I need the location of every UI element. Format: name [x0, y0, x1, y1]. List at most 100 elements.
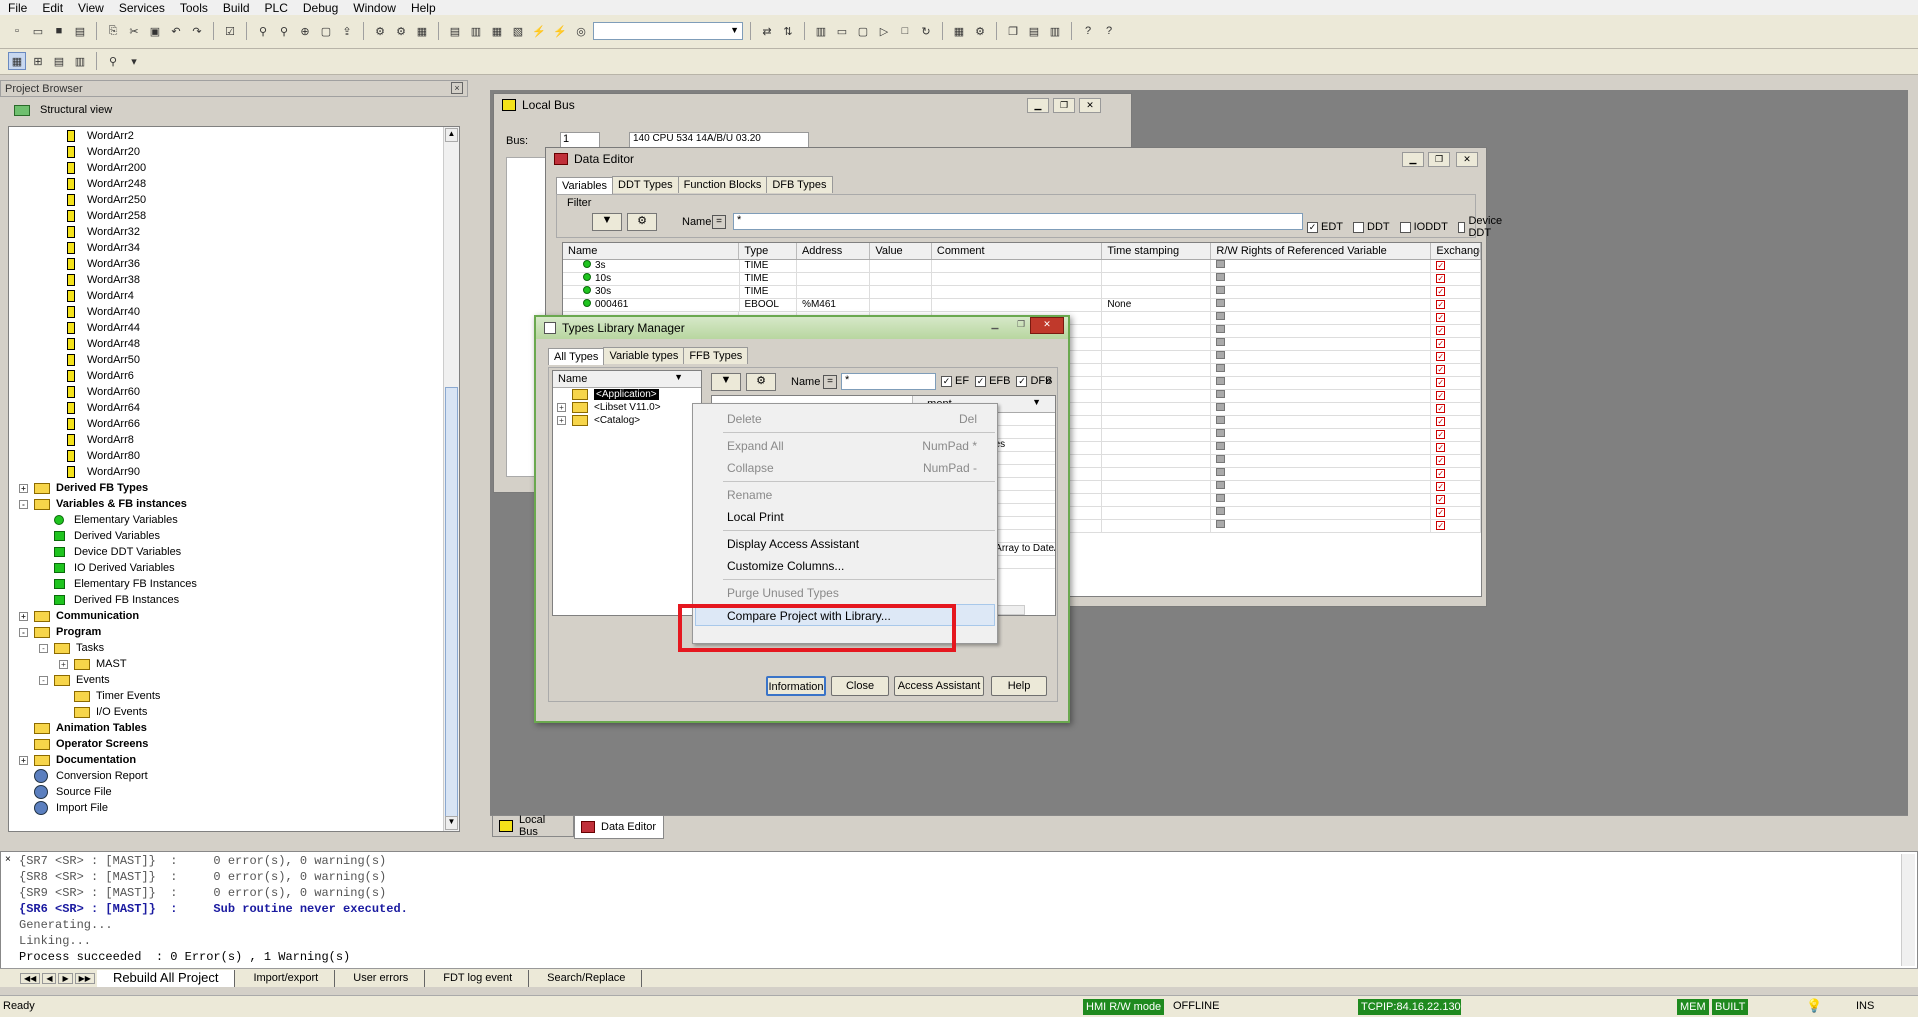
- tree-item[interactable]: Device DDT Variables: [39, 544, 181, 560]
- menu-item-local-print[interactable]: Local Print: [693, 506, 997, 528]
- bus-number-field[interactable]: 1: [560, 132, 600, 148]
- tree-item[interactable]: WordArr80: [67, 448, 140, 464]
- tab-data-editor[interactable]: Data Editor: [574, 816, 664, 839]
- collapse-icon[interactable]: -: [39, 675, 48, 685]
- exchange-icon[interactable]: ✓: [1436, 365, 1446, 374]
- tab-variable-types[interactable]: Variable types: [603, 347, 685, 364]
- tree-item[interactable]: Elementary FB Instances: [39, 576, 197, 592]
- table-row[interactable]: 000461 EBOOL %M461 None ✓: [563, 299, 1481, 312]
- rw-icon[interactable]: [1216, 455, 1226, 463]
- detail-view-icon[interactable]: ▥: [71, 52, 89, 70]
- tree-item[interactable]: - Tasks: [39, 640, 104, 656]
- expand-icon[interactable]: +: [557, 403, 566, 412]
- restore-button[interactable]: ❐: [1053, 98, 1075, 113]
- exchange-icon[interactable]: ✓: [1436, 469, 1446, 478]
- tree-item[interactable]: WordArr40: [67, 304, 140, 320]
- tab-all-types[interactable]: All Types: [548, 348, 605, 365]
- toolbar-combo[interactable]: ▼: [593, 22, 743, 40]
- cascade-icon[interactable]: ❐: [1004, 22, 1022, 40]
- data-editor-icon[interactable]: ▥: [467, 22, 485, 40]
- column-header[interactable]: Address: [797, 243, 871, 259]
- menu-item-window[interactable]: Window: [353, 1, 396, 15]
- expand-icon[interactable]: +: [59, 659, 68, 669]
- tree-item[interactable]: Conversion Report: [19, 768, 148, 784]
- exchange-icon[interactable]: ✓: [1436, 495, 1446, 504]
- tree-item[interactable]: WordArr66: [67, 416, 140, 432]
- exchange-icon[interactable]: ✓: [1436, 443, 1446, 452]
- zoom-menu-icon[interactable]: ⚲: [104, 52, 122, 70]
- filter-icon[interactable]: ▼: [711, 373, 741, 391]
- project-browser-icon[interactable]: ▤: [446, 22, 464, 40]
- exchange-icon[interactable]: ✓: [1436, 261, 1446, 270]
- collapse-icon[interactable]: -: [19, 627, 28, 637]
- expand-icon[interactable]: +: [19, 755, 28, 765]
- functional-view-icon[interactable]: ⊞: [29, 52, 47, 70]
- link-icon[interactable]: ⚡: [530, 22, 548, 40]
- rw-icon[interactable]: [1216, 351, 1226, 359]
- tree-item[interactable]: WordArr60: [67, 384, 140, 400]
- connect-icon[interactable]: ⇄: [758, 22, 776, 40]
- tree-item[interactable]: WordArr36: [67, 256, 140, 272]
- tree-item[interactable]: - Program: [19, 624, 101, 640]
- scroll-down-icon[interactable]: ▼: [445, 816, 458, 830]
- column-header[interactable]: Name: [563, 243, 740, 259]
- checkbox-ioddt[interactable]: IODDT: [1399, 215, 1448, 239]
- close-button[interactable]: ✕: [1079, 98, 1101, 113]
- rw-icon[interactable]: [1216, 481, 1226, 489]
- column-header[interactable]: R/W Rights of Referenced Variable: [1211, 243, 1432, 259]
- rw-icon[interactable]: [1216, 325, 1226, 333]
- close-button[interactable]: Close: [831, 676, 889, 696]
- tile-h-icon[interactable]: ▤: [1025, 22, 1043, 40]
- tree-item[interactable]: WordArr200: [67, 160, 146, 176]
- column-header[interactable]: Value: [870, 243, 932, 259]
- tree-item[interactable]: Source File: [19, 784, 112, 800]
- scroll-thumb[interactable]: [445, 387, 458, 827]
- maximize-button[interactable]: ❐: [1010, 318, 1032, 333]
- expand-icon[interactable]: +: [19, 483, 28, 493]
- equals-operator[interactable]: =: [823, 375, 837, 389]
- tree-item[interactable]: WordArr248: [67, 176, 146, 192]
- exchange-icon[interactable]: ✓: [1436, 313, 1446, 322]
- rw-icon[interactable]: [1216, 416, 1226, 424]
- copy-icon[interactable]: ⎘: [104, 22, 122, 40]
- tree-item[interactable]: Import File: [19, 800, 108, 816]
- rw-icon[interactable]: [1216, 403, 1226, 411]
- tree-item[interactable]: WordArr8: [67, 432, 134, 448]
- sim-icon[interactable]: ▢: [854, 22, 872, 40]
- gear-icon[interactable]: ⚙: [746, 373, 776, 391]
- binoculars-icon[interactable]: ◎: [572, 22, 590, 40]
- undo-icon[interactable]: ↶: [167, 22, 185, 40]
- rw-icon[interactable]: [1216, 338, 1226, 346]
- exchange-icon[interactable]: ✓: [1436, 300, 1446, 309]
- help-button[interactable]: Help: [991, 676, 1047, 696]
- tree-item[interactable]: + Communication: [19, 608, 139, 624]
- checkbox-box[interactable]: [1399, 221, 1411, 233]
- tree-item[interactable]: - Variables & FB instances: [19, 496, 187, 512]
- rw-icon[interactable]: [1216, 273, 1226, 281]
- tree-item[interactable]: Timer Events: [59, 688, 160, 704]
- tree-item[interactable]: WordArr50: [67, 352, 140, 368]
- rw-icon[interactable]: [1216, 377, 1226, 385]
- column-header[interactable]: Comment: [932, 243, 1103, 259]
- restore-button[interactable]: ❐: [1428, 152, 1450, 167]
- exchange-icon[interactable]: ✓: [1436, 391, 1446, 400]
- save-icon[interactable]: ■: [50, 22, 68, 40]
- zoom-icon[interactable]: ⊕: [296, 22, 314, 40]
- exchange-icon[interactable]: ✓: [1436, 352, 1446, 361]
- table-row[interactable]: 3s TIME ✓: [563, 260, 1481, 273]
- output-tab-nav-icon[interactable]: ◀◀: [20, 972, 41, 984]
- rw-icon[interactable]: [1216, 520, 1226, 528]
- rebuild-icon[interactable]: ⚙: [392, 22, 410, 40]
- tree-item[interactable]: WordArr90: [67, 464, 140, 480]
- help-icon[interactable]: ?: [1079, 22, 1097, 40]
- tree-item[interactable]: WordArr250: [67, 192, 146, 208]
- exchange-icon[interactable]: ✓: [1436, 417, 1446, 426]
- menu-item-display-access-assistant[interactable]: Display Access Assistant: [693, 533, 997, 555]
- exchange-icon[interactable]: ✓: [1436, 482, 1446, 491]
- tab-ffb-types[interactable]: FFB Types: [683, 347, 749, 364]
- tree-item[interactable]: WordArr48: [67, 336, 140, 352]
- rw-icon[interactable]: [1216, 260, 1226, 268]
- minimize-button[interactable]: ▁: [984, 318, 1006, 333]
- stop-icon[interactable]: □: [896, 22, 914, 40]
- exchange-icon[interactable]: ✓: [1436, 274, 1446, 283]
